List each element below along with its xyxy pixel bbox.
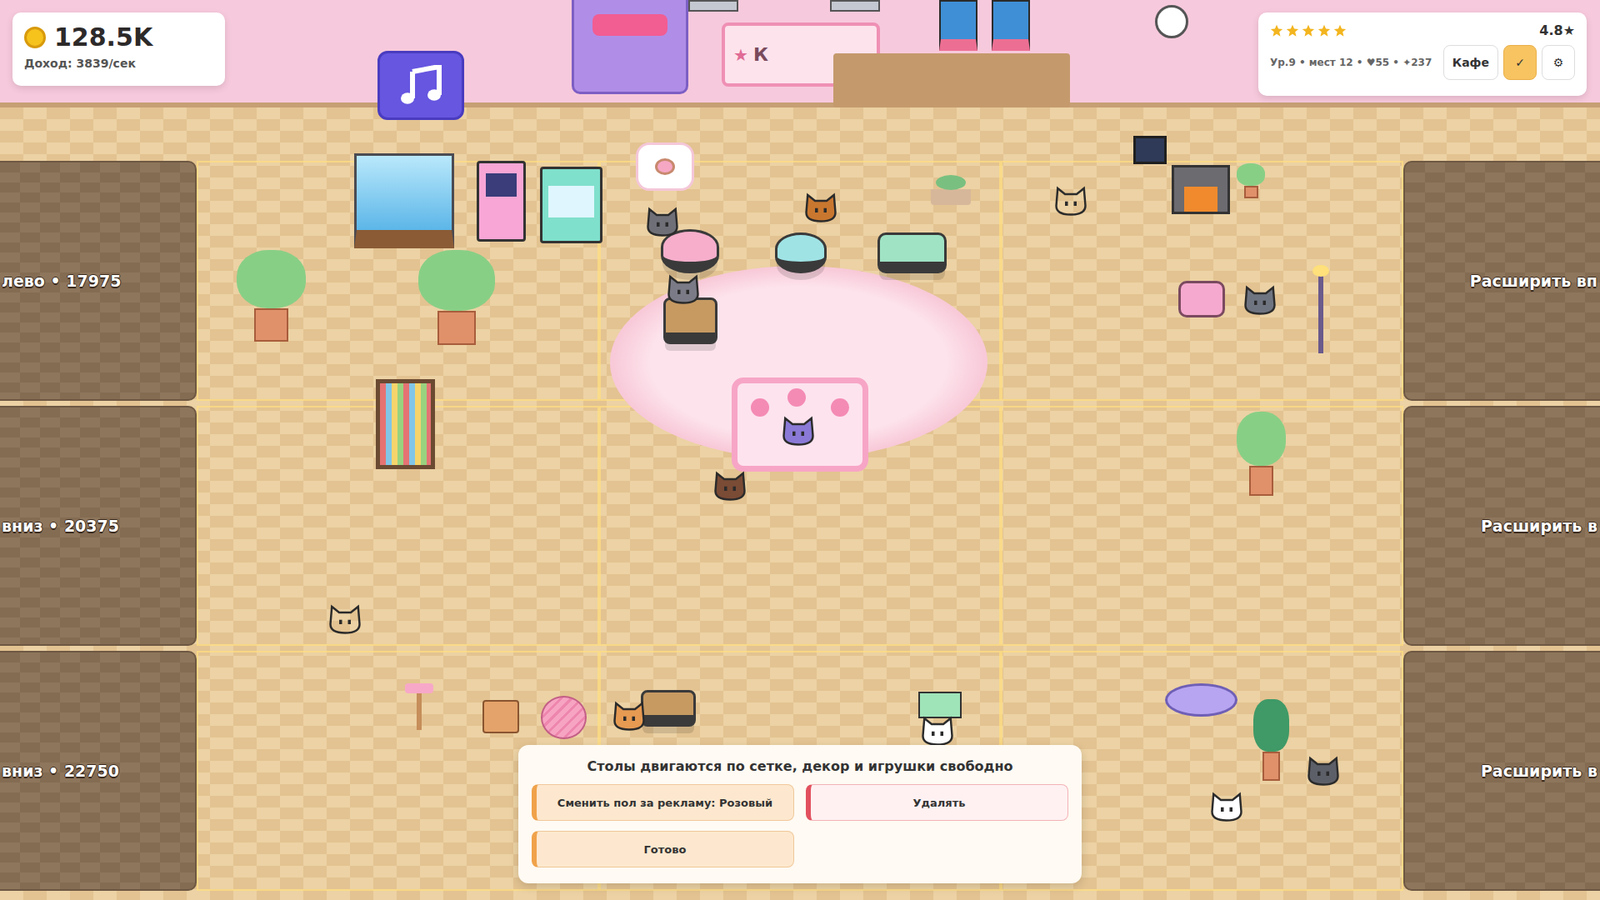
- cat[interactable]: [780, 413, 816, 447]
- cat[interactable]: [1053, 183, 1089, 217]
- mini-shelf: [688, 0, 739, 12]
- cat[interactable]: [1242, 282, 1278, 316]
- banner: [991, 0, 1030, 51]
- floor-zone: [196, 160, 600, 401]
- table-wood[interactable]: [663, 297, 718, 345]
- computer[interactable]: [1133, 135, 1167, 165]
- expand-left-cell[interactable]: лево • 17975: [0, 160, 197, 401]
- claw[interactable]: [540, 166, 603, 244]
- rug[interactable]: [610, 265, 988, 460]
- rating-score: 4.8★: [1539, 22, 1575, 39]
- star-icon: ★: [733, 45, 749, 65]
- expand-label: вниз • 22750: [0, 761, 120, 780]
- arcade[interactable]: [476, 160, 526, 242]
- paw-icon: [750, 398, 770, 417]
- edit-hint: Столы двигаются по сетке, декор и игрушк…: [531, 758, 1069, 775]
- bookshelf[interactable]: [375, 379, 435, 470]
- cat-bed[interactable]: [1165, 683, 1238, 717]
- edit-panel: Столы двигаются по сетке, декор и игрушк…: [518, 745, 1082, 884]
- cat[interactable]: [665, 271, 701, 305]
- expand-right-cell[interactable]: Расширить в: [1403, 405, 1600, 646]
- floor-zone: [1000, 405, 1404, 646]
- plant-small[interactable]: [1236, 163, 1265, 199]
- table-pink[interactable]: [660, 229, 720, 274]
- star-icon: [1285, 24, 1300, 38]
- balance-panel: 128.5K Доход: 3839/сек: [12, 12, 225, 86]
- aquarium[interactable]: [354, 153, 455, 249]
- edit-button[interactable]: Сменить пол за рекламу: Розовый: [531, 784, 795, 821]
- cafe-stats: Ур.9 • мест 12 • ♥55 • ✦237: [1270, 56, 1432, 69]
- sign-post[interactable]: [918, 691, 962, 719]
- clock-icon: [1155, 5, 1189, 39]
- cafe-game-screen: ★Клево • 17975 Расширить вп вниз • 20375 Ра…: [0, 0, 1600, 900]
- coin-icon: [24, 26, 46, 49]
- edit-button[interactable]: Готово: [531, 830, 795, 868]
- fireplace[interactable]: [1171, 165, 1230, 215]
- cat[interactable]: [327, 601, 363, 635]
- music-button[interactable]: [377, 50, 465, 120]
- star-icon: [1333, 24, 1347, 38]
- expand-label: лево • 17975: [0, 271, 121, 290]
- expand-left-cell[interactable]: вниз • 22750: [0, 650, 197, 891]
- star-icon: [1270, 24, 1284, 38]
- music-note-icon: [397, 65, 445, 107]
- paw-mat[interactable]: [731, 377, 869, 472]
- tree[interactable]: [236, 250, 306, 342]
- floor-zone: [599, 405, 1002, 646]
- order-bubble: [635, 142, 695, 191]
- hud-button[interactable]: ⚙: [1541, 45, 1575, 80]
- plant-shelf[interactable]: [930, 170, 971, 205]
- expand-label: вниз • 20375: [0, 516, 120, 535]
- cat[interactable]: [712, 468, 748, 502]
- expand-label: Расширить в: [1480, 516, 1600, 535]
- edit-button[interactable]: Удалять: [805, 784, 1069, 821]
- armchair[interactable]: [1178, 280, 1225, 318]
- cat[interactable]: [611, 698, 647, 732]
- floor-zone: [1000, 160, 1404, 401]
- rating-stars: [1270, 24, 1347, 38]
- hud-button[interactable]: Кафе: [1443, 45, 1499, 80]
- expand-label: Расширить в: [1480, 761, 1600, 780]
- wall-shelf: [833, 53, 1070, 108]
- star-icon: [1317, 24, 1331, 38]
- paw-icon: [830, 398, 850, 417]
- tree[interactable]: [418, 250, 495, 345]
- expand-left-cell[interactable]: вниз • 20375: [0, 405, 197, 646]
- star-icon: [1301, 24, 1315, 38]
- coin-balance: 128.5K: [54, 22, 153, 52]
- cat[interactable]: [645, 204, 680, 238]
- paw-icon: [787, 388, 806, 407]
- table-wood[interactable]: [640, 690, 696, 727]
- hud-button[interactable]: ✓: [1503, 45, 1537, 80]
- cat[interactable]: [1305, 753, 1341, 787]
- phone-poster: [571, 0, 689, 95]
- table-mint[interactable]: [877, 232, 947, 274]
- floor-zone: [196, 405, 600, 646]
- table-teal[interactable]: [775, 232, 827, 274]
- tree-slim[interactable]: [1253, 699, 1290, 781]
- sign-text: К: [753, 44, 769, 65]
- mini-shelf: [830, 0, 880, 12]
- lamp[interactable]: [1308, 265, 1334, 362]
- cat[interactable]: [1209, 789, 1245, 823]
- yarn[interactable]: [540, 695, 587, 740]
- toy-basket[interactable]: [482, 700, 520, 734]
- banner: [939, 0, 978, 51]
- floor-zone: [599, 160, 1002, 401]
- income-rate: Доход: 3839/сек: [24, 56, 214, 70]
- expand-label: Расширить вп: [1470, 271, 1600, 290]
- donut-icon: [655, 158, 675, 175]
- cat[interactable]: [920, 713, 955, 747]
- tree-tall[interactable]: [1236, 411, 1286, 496]
- cat[interactable]: [803, 190, 839, 224]
- expand-right-cell[interactable]: Расширить в: [1403, 650, 1600, 891]
- rating-panel: 4.8★ Ур.9 • мест 12 • ♥55 • ✦237 Кафе✓⚙: [1258, 12, 1587, 96]
- expand-right-cell[interactable]: Расширить вп: [1403, 160, 1600, 401]
- cat-tree[interactable]: [398, 683, 440, 730]
